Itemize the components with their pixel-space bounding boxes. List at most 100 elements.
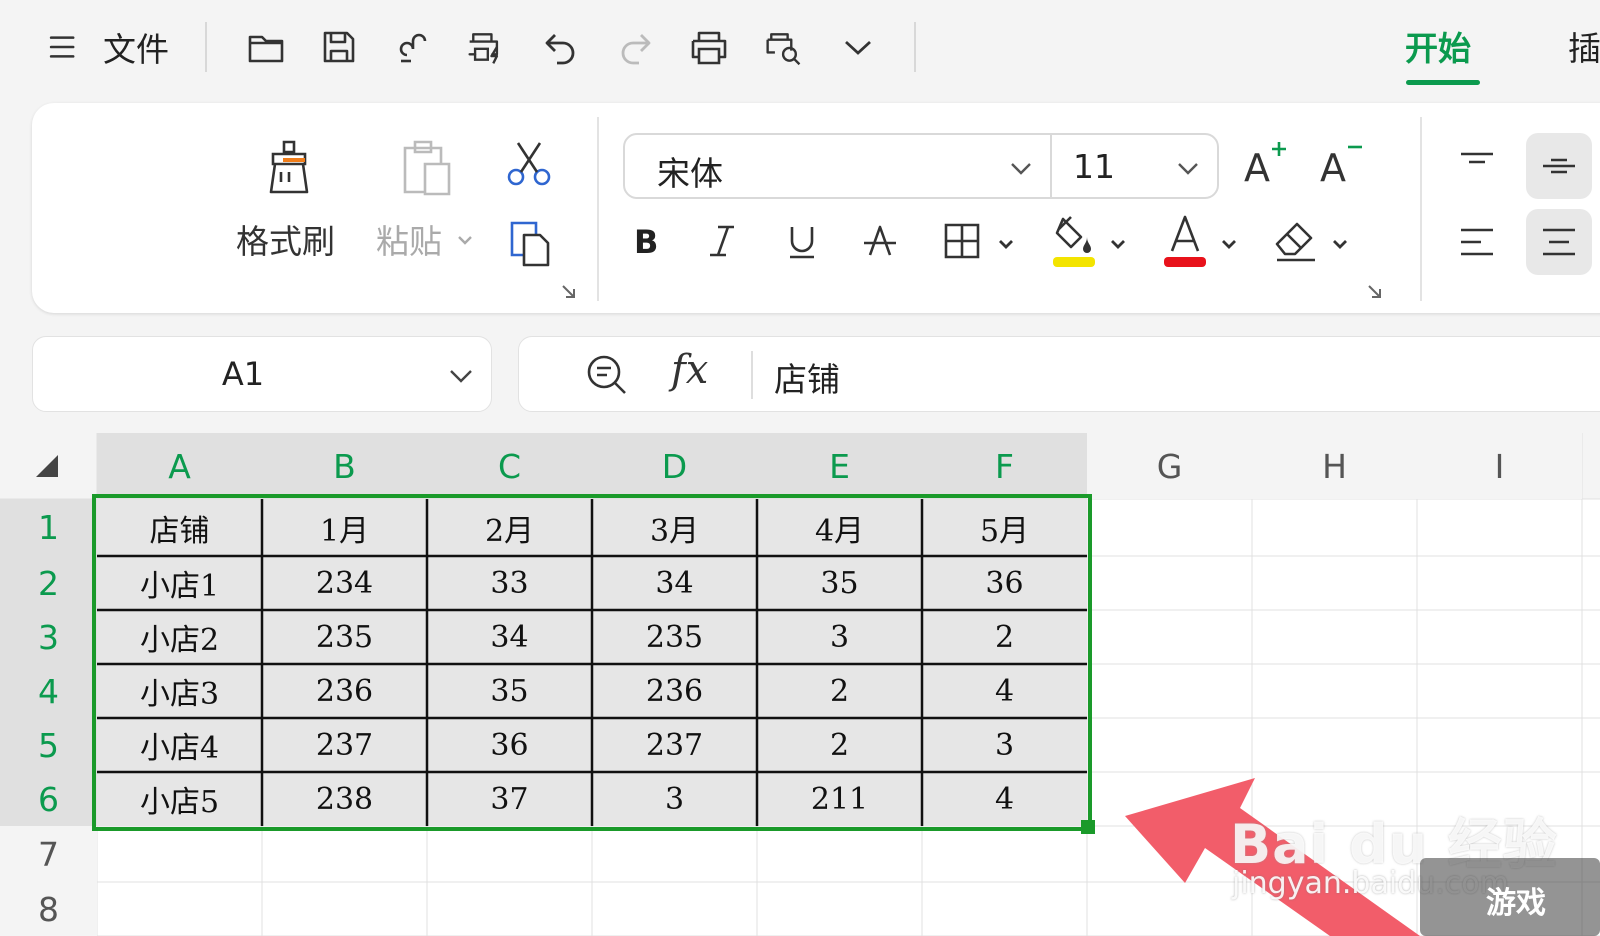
open-folder-icon[interactable] [243, 22, 289, 72]
font-dialog-launcher-icon[interactable] [1366, 283, 1384, 301]
underline-icon[interactable] [778, 217, 826, 265]
table-cell[interactable]: 小店3 [97, 664, 262, 718]
name-box-chevron-down-icon[interactable] [447, 361, 475, 389]
table-cell[interactable]: 236 [592, 664, 757, 718]
table-cell[interactable]: 235 [592, 610, 757, 664]
paste-label[interactable]: 粘贴 [376, 215, 442, 263]
redo-icon[interactable] [612, 22, 658, 72]
decrease-font-size-icon[interactable]: A [1316, 137, 1368, 189]
table-cell[interactable]: 237 [262, 718, 427, 772]
table-cell[interactable]: 小店2 [97, 610, 262, 664]
name-box[interactable]: A1 [32, 336, 492, 412]
column-header[interactable]: G [1087, 433, 1252, 499]
column-header[interactable]: A [97, 433, 262, 499]
format-painter-label[interactable]: 格式刷 [236, 215, 335, 263]
column-header[interactable]: C [427, 433, 592, 499]
font-color-icon[interactable] [1159, 211, 1211, 271]
undo-icon[interactable] [538, 22, 584, 72]
align-top-icon[interactable] [1444, 133, 1510, 199]
table-cell[interactable]: 237 [592, 718, 757, 772]
save-icon[interactable] [316, 22, 362, 72]
font-size-chevron-down-icon[interactable] [1175, 155, 1201, 181]
row-header[interactable]: 1 [0, 499, 97, 556]
row-header[interactable]: 3 [0, 610, 97, 664]
column-header[interactable]: I [1417, 433, 1582, 499]
table-cell[interactable]: 小店1 [97, 556, 262, 610]
print-icon[interactable] [686, 22, 732, 72]
table-cell[interactable]: 37 [427, 772, 592, 826]
row-header[interactable]: 7 [0, 826, 97, 882]
table-cell[interactable]: 236 [262, 664, 427, 718]
clear-chevron-down-icon[interactable] [1329, 233, 1351, 255]
bold-icon[interactable]: B [622, 217, 670, 265]
table-cell[interactable]: 4 [922, 772, 1087, 826]
table-cell[interactable]: 2 [757, 718, 922, 772]
font-size-select[interactable]: 11 [1073, 147, 1115, 186]
table-cell[interactable]: 33 [427, 556, 592, 610]
table-cell[interactable]: 小店5 [97, 772, 262, 826]
table-cell[interactable]: 2 [757, 664, 922, 718]
fill-color-chevron-down-icon[interactable] [1107, 233, 1129, 255]
more-chevron-down-icon[interactable] [838, 22, 878, 72]
strikethrough-icon[interactable] [856, 217, 904, 265]
row-header[interactable]: 5 [0, 718, 97, 772]
table-cell[interactable]: 34 [592, 556, 757, 610]
column-header[interactable]: E [757, 433, 922, 499]
table-cell[interactable]: 3月 [592, 499, 757, 556]
table-cell[interactable]: 211 [757, 772, 922, 826]
table-cell[interactable]: 3 [757, 610, 922, 664]
table-cell[interactable]: 小店4 [97, 718, 262, 772]
format-painter-small-icon[interactable] [390, 22, 436, 72]
tab-insert[interactable]: 插 [1568, 22, 1600, 70]
row-header[interactable]: 4 [0, 664, 97, 718]
italic-icon[interactable] [698, 217, 746, 265]
row-header[interactable]: 8 [0, 882, 97, 936]
borders-icon[interactable] [938, 217, 986, 265]
column-header[interactable]: F [922, 433, 1087, 499]
table-cell[interactable]: 36 [922, 556, 1087, 610]
font-name-select[interactable]: 宋体 [657, 147, 723, 195]
table-cell[interactable]: 3 [592, 772, 757, 826]
table-cell[interactable]: 1月 [262, 499, 427, 556]
table-cell[interactable]: 36 [427, 718, 592, 772]
table-cell[interactable]: 4月 [757, 499, 922, 556]
tab-start[interactable]: 开始 [1405, 22, 1471, 70]
format-painter-icon[interactable] [254, 133, 324, 203]
paste-icon[interactable] [390, 133, 460, 203]
font-name-chevron-down-icon[interactable] [1008, 155, 1034, 181]
table-cell[interactable]: 店铺 [97, 499, 262, 556]
table-cell[interactable]: 2月 [427, 499, 592, 556]
table-cell[interactable]: 3 [922, 718, 1087, 772]
column-header[interactable]: D [592, 433, 757, 499]
clear-formatting-eraser-icon[interactable] [1270, 215, 1322, 267]
column-header[interactable]: B [262, 433, 427, 499]
copy-icon[interactable] [502, 215, 560, 273]
table-cell[interactable]: 2 [922, 610, 1087, 664]
print-preview-icon[interactable] [758, 22, 810, 72]
table-cell[interactable]: 5月 [922, 499, 1087, 556]
column-header[interactable]: H [1252, 433, 1417, 499]
clipboard-dialog-launcher-icon[interactable] [560, 283, 578, 301]
align-middle-icon[interactable] [1526, 133, 1592, 199]
table-cell[interactable]: 234 [262, 556, 427, 610]
table-cell[interactable]: 4 [922, 664, 1087, 718]
align-left-icon[interactable] [1444, 209, 1510, 275]
table-cell[interactable]: 35 [757, 556, 922, 610]
cut-icon[interactable] [500, 135, 558, 193]
increase-font-size-icon[interactable]: A [1240, 137, 1292, 189]
fill-color-icon[interactable] [1048, 211, 1100, 271]
row-header[interactable]: 6 [0, 772, 97, 826]
table-cell[interactable]: 238 [262, 772, 427, 826]
select-all-corner[interactable] [36, 455, 58, 477]
quick-print-icon[interactable] [460, 22, 512, 72]
font-color-chevron-down-icon[interactable] [1218, 233, 1240, 255]
formula-input[interactable]: 店铺 [774, 353, 840, 401]
file-menu[interactable]: 文件 [98, 22, 174, 72]
table-cell[interactable]: 235 [262, 610, 427, 664]
insert-function-icon[interactable]: fx [671, 347, 708, 393]
table-cell[interactable]: 35 [427, 664, 592, 718]
zoom-out-magnifier-icon[interactable] [585, 353, 629, 397]
paste-chevron-down-icon[interactable] [456, 231, 474, 249]
row-header[interactable]: 2 [0, 556, 97, 610]
table-cell[interactable]: 34 [427, 610, 592, 664]
